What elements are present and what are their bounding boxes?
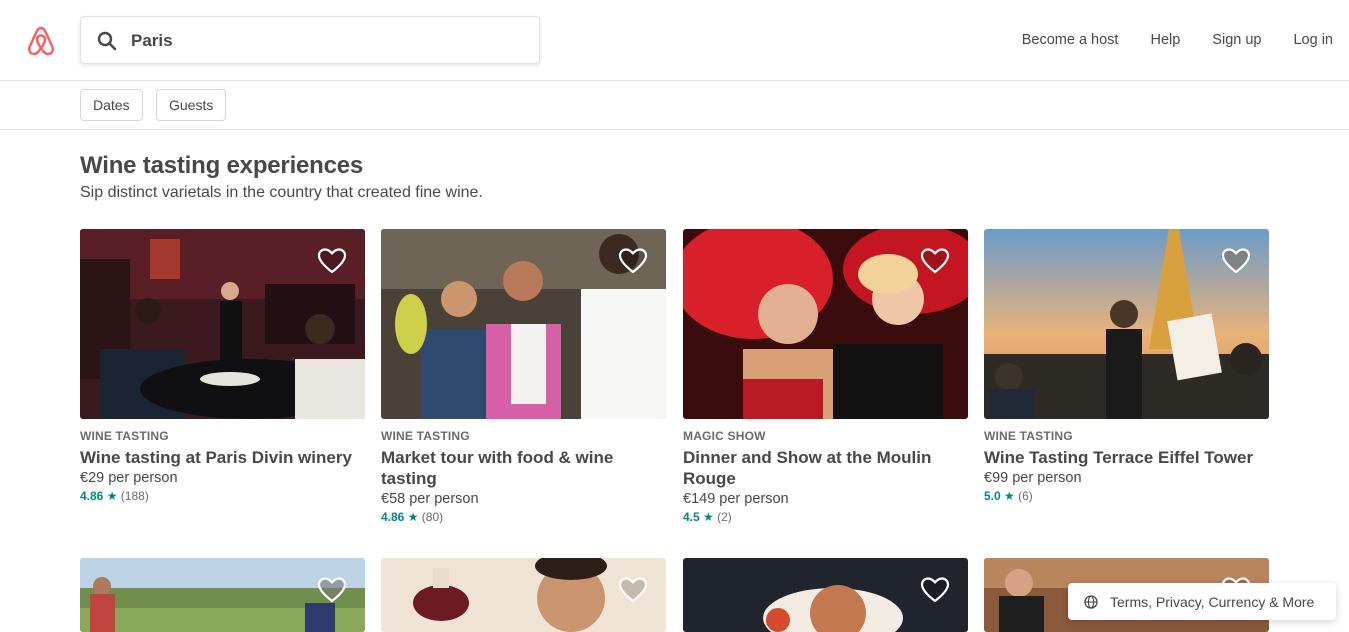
rating-score: 5.0 — [984, 489, 1001, 503]
review-count: (188) — [120, 489, 149, 503]
experience-card[interactable]: WINE TASTING Wine tasting at Paris Divin… — [80, 229, 365, 503]
experience-card[interactable] — [683, 558, 968, 632]
star-icon: ★ — [103, 489, 121, 503]
experience-card[interactable]: WINE TASTING Wine Tasting Terrace Eiffel… — [984, 229, 1269, 503]
log-in-link[interactable]: Log in — [1293, 32, 1333, 48]
experience-card[interactable]: WINE TASTING Market tour with food & win… — [381, 229, 666, 524]
card-category: WINE TASTING — [80, 429, 169, 443]
globe-icon — [1084, 594, 1098, 609]
heart-icon[interactable] — [920, 576, 950, 604]
star-icon: ★ — [1000, 489, 1019, 503]
search-input[interactable] — [131, 27, 521, 55]
review-count: (2) — [717, 510, 732, 524]
filter-bar: Dates Guests — [0, 81, 1349, 130]
card-title[interactable]: Wine Tasting Terrace Eiffel Tower — [984, 447, 1269, 468]
guests-filter-button[interactable]: Guests — [156, 89, 227, 121]
heart-icon[interactable] — [618, 247, 648, 275]
experience-card[interactable] — [381, 558, 666, 632]
heart-icon[interactable] — [317, 247, 347, 275]
top-header: Become a host Help Sign up Log in — [0, 0, 1349, 81]
experience-photo[interactable] — [683, 229, 968, 419]
rating-score: 4.86 — [80, 489, 104, 503]
top-nav: Become a host Help Sign up Log in — [990, 0, 1333, 80]
experience-photo[interactable] — [80, 558, 365, 632]
heart-icon[interactable] — [920, 247, 950, 275]
review-count: (6) — [1018, 489, 1033, 503]
search-icon — [97, 31, 117, 51]
terms-privacy-button[interactable]: Terms, Privacy, Currency & More — [1068, 583, 1336, 620]
experience-photo[interactable] — [381, 229, 666, 419]
become-host-link[interactable]: Become a host — [1022, 32, 1119, 48]
heart-icon[interactable] — [1221, 247, 1251, 275]
footer-label: Terms, Privacy, Currency & More — [1110, 593, 1315, 610]
review-count: (80) — [421, 510, 444, 524]
experience-photo[interactable] — [80, 229, 365, 419]
sign-up-link[interactable]: Sign up — [1212, 32, 1261, 48]
star-icon: ★ — [699, 510, 718, 524]
card-rating: 4.86 ★ (188) — [80, 489, 365, 503]
rating-score: 4.5 — [683, 510, 700, 524]
card-category: WINE TASTING — [381, 429, 470, 443]
card-category: WINE TASTING — [984, 429, 1073, 443]
help-link[interactable]: Help — [1150, 32, 1180, 48]
experience-card[interactable] — [80, 558, 365, 632]
section-subtitle: Sip distinct varietals in the country th… — [80, 184, 483, 201]
card-price: €149 per person — [683, 491, 789, 507]
card-rating: 5.0 ★ (6) — [984, 489, 1269, 503]
card-rating: 4.86 ★ (80) — [381, 510, 666, 524]
star-icon: ★ — [404, 510, 422, 524]
dates-filter-button[interactable]: Dates — [80, 89, 143, 121]
experience-photo[interactable] — [381, 558, 666, 632]
search-bar[interactable] — [80, 16, 540, 64]
heart-icon[interactable] — [317, 576, 347, 604]
heart-icon[interactable] — [618, 576, 648, 604]
section-title: Wine tasting experiences — [80, 152, 364, 179]
card-price: €58 per person — [381, 491, 479, 507]
card-category: MAGIC SHOW — [683, 429, 766, 443]
card-title[interactable]: Wine tasting at Paris Divin winery — [80, 447, 365, 468]
card-rating: 4.5 ★ (2) — [683, 510, 968, 524]
experience-photo[interactable] — [683, 558, 968, 632]
card-title[interactable]: Dinner and Show at the Moulin Rouge — [683, 447, 968, 489]
experience-card[interactable]: MAGIC SHOW Dinner and Show at the Moulin… — [683, 229, 968, 524]
airbnb-logo-icon[interactable] — [24, 24, 58, 58]
card-price: €99 per person — [984, 470, 1082, 486]
card-price: €29 per person — [80, 470, 178, 486]
experience-photo[interactable] — [984, 229, 1269, 419]
card-title[interactable]: Market tour with food & wine tasting — [381, 447, 666, 489]
rating-score: 4.86 — [381, 510, 405, 524]
